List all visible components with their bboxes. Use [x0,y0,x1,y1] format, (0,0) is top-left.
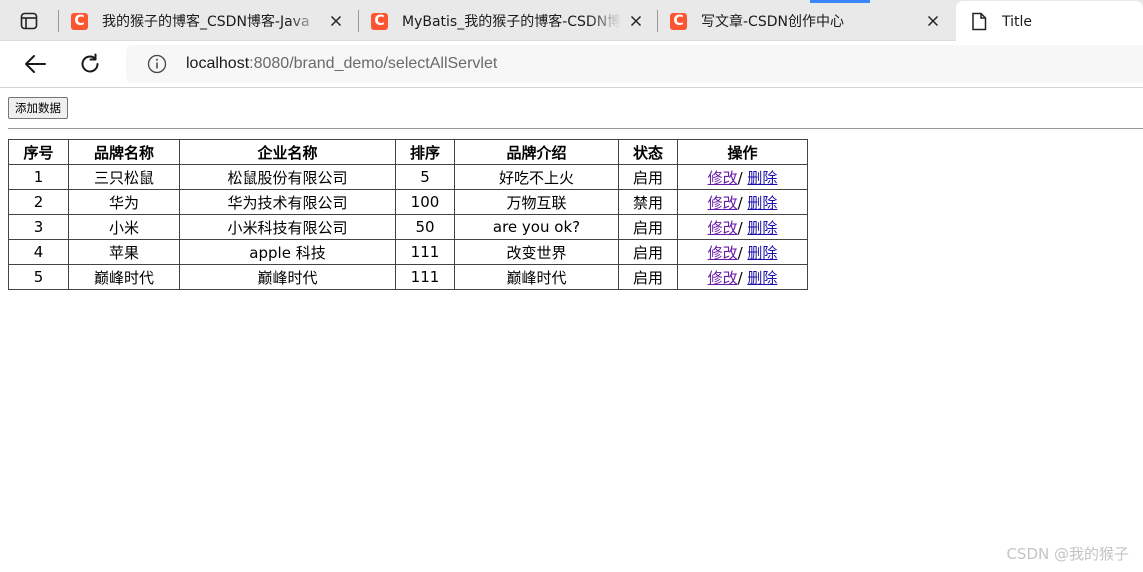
info-icon[interactable] [147,54,167,74]
header-id: 序号 [8,139,69,165]
action-separator: / [737,268,748,287]
cell-status: 启用 [618,214,678,240]
header-company-name: 企业名称 [179,139,396,165]
header-brand-name: 品牌名称 [68,139,180,165]
cell-actions: 修改/ 删除 [677,164,808,190]
header-order: 排序 [395,139,455,165]
url-host: localhost [186,55,250,72]
cell-brand: 三只松鼠 [68,164,180,190]
cell-status: 启用 [618,239,678,265]
cell-company: apple 科技 [179,239,396,265]
cell-actions: 修改/ 删除 [677,264,808,290]
tab-mybatis[interactable]: C MyBatis_我的猴子的博客-CSDN博 [359,5,657,37]
edit-link[interactable]: 修改 [708,244,738,262]
tab-actions-icon [20,12,38,30]
cell-description: are you ok? [454,214,619,240]
tab-write-article[interactable]: C 写文章-CSDN创作中心 [658,5,954,37]
edit-link[interactable]: 修改 [708,194,738,212]
add-data-button[interactable]: 添加数据 [8,97,68,119]
delete-link[interactable]: 删除 [747,194,777,212]
delete-link[interactable]: 删除 [747,244,777,262]
delete-link[interactable]: 删除 [747,169,777,187]
csdn-icon: C [371,12,388,30]
table-row: 5 巅峰时代 巅峰时代 111 巅峰时代 启用 修改/ 删除 [8,264,808,290]
page-content: 添加数据 序号 品牌名称 企业名称 排序 品牌介绍 状态 操作 1 三只松鼠 松… [0,89,1143,572]
action-separator: / [737,243,748,262]
cell-description: 巅峰时代 [454,264,619,290]
close-icon[interactable] [924,12,942,30]
action-separator: / [737,168,748,187]
refresh-button[interactable] [76,51,104,77]
csdn-icon: C [71,12,88,30]
tab-title-page[interactable]: Title [956,1,1143,42]
table-row: 3 小米 小米科技有限公司 50 are you ok? 启用 修改/ 删除 [8,214,808,240]
edit-link[interactable]: 修改 [708,169,738,187]
table-row: 2 华为 华为技术有限公司 100 万物互联 禁用 修改/ 删除 [8,189,808,215]
table-header-row: 序号 品牌名称 企业名称 排序 品牌介绍 状态 操作 [8,139,808,165]
edit-link[interactable]: 修改 [708,219,738,237]
tab-title: 写文章-CSDN创作中心 [701,14,844,30]
horizontal-rule [8,128,1143,129]
page-icon [971,12,987,31]
cell-company: 小米科技有限公司 [179,214,396,240]
close-icon[interactable] [627,12,645,30]
refresh-icon [81,53,99,73]
cell-actions: 修改/ 删除 [677,239,808,265]
url-text[interactable]: localhost:8080/brand_demo/selectAllServl… [186,55,497,73]
cell-id: 5 [8,264,69,290]
cell-status: 启用 [618,264,678,290]
header-actions: 操作 [677,139,808,165]
table-row: 4 苹果 apple 科技 111 改变世界 启用 修改/ 删除 [8,239,808,265]
cell-company: 华为技术有限公司 [179,189,396,215]
tab-actions-button[interactable] [12,9,46,33]
cell-description: 好吃不上火 [454,164,619,190]
action-separator: / [737,218,748,237]
cell-status: 禁用 [618,189,678,215]
cell-actions: 修改/ 删除 [677,214,808,240]
delete-link[interactable]: 删除 [747,269,777,287]
tab-title: MyBatis_我的猴子的博客-CSDN博 [402,14,621,30]
cell-brand: 小米 [68,214,180,240]
brand-table: 序号 品牌名称 企业名称 排序 品牌介绍 状态 操作 1 三只松鼠 松鼠股份有限… [8,139,808,290]
action-separator: / [737,193,748,212]
tab-title: 我的猴子的博客_CSDN博客-Java [102,14,310,30]
cell-brand: 苹果 [68,239,180,265]
tab-csdn-blog[interactable]: C 我的猴子的博客_CSDN博客-Java [59,5,357,37]
header-description: 品牌介绍 [454,139,619,165]
cell-order: 100 [395,189,455,215]
back-arrow-icon [25,55,46,73]
tab-strip-accent [810,0,870,3]
cell-order: 5 [395,164,455,190]
cell-description: 改变世界 [454,239,619,265]
csdn-icon: C [670,12,687,30]
url-path: :8080/brand_demo/selectAllServlet [249,55,498,72]
close-icon[interactable] [327,12,345,30]
delete-link[interactable]: 删除 [747,219,777,237]
cell-order: 111 [395,264,455,290]
watermark: CSDN @我的猴子 [1006,545,1129,563]
cell-company: 松鼠股份有限公司 [179,164,396,190]
cell-id: 1 [8,164,69,190]
tab-title: Title [1002,13,1033,30]
cell-actions: 修改/ 删除 [677,189,808,215]
edit-link[interactable]: 修改 [708,269,738,287]
cell-company: 巅峰时代 [179,264,396,290]
cell-description: 万物互联 [454,189,619,215]
cell-order: 111 [395,239,455,265]
cell-id: 4 [8,239,69,265]
cell-brand: 华为 [68,189,180,215]
cell-id: 2 [8,189,69,215]
cell-status: 启用 [618,164,678,190]
table-row: 1 三只松鼠 松鼠股份有限公司 5 好吃不上火 启用 修改/ 删除 [8,164,808,190]
cell-brand: 巅峰时代 [68,264,180,290]
cell-order: 50 [395,214,455,240]
back-button[interactable] [21,51,49,77]
tab-strip: C 我的猴子的博客_CSDN博客-Java C MyBatis_我的猴子的博客-… [0,0,1143,42]
header-status: 状态 [618,139,678,165]
address-bar[interactable]: localhost:8080/brand_demo/selectAllServl… [126,45,1143,83]
cell-id: 3 [8,214,69,240]
browser-toolbar: localhost:8080/brand_demo/selectAllServl… [0,41,1143,88]
